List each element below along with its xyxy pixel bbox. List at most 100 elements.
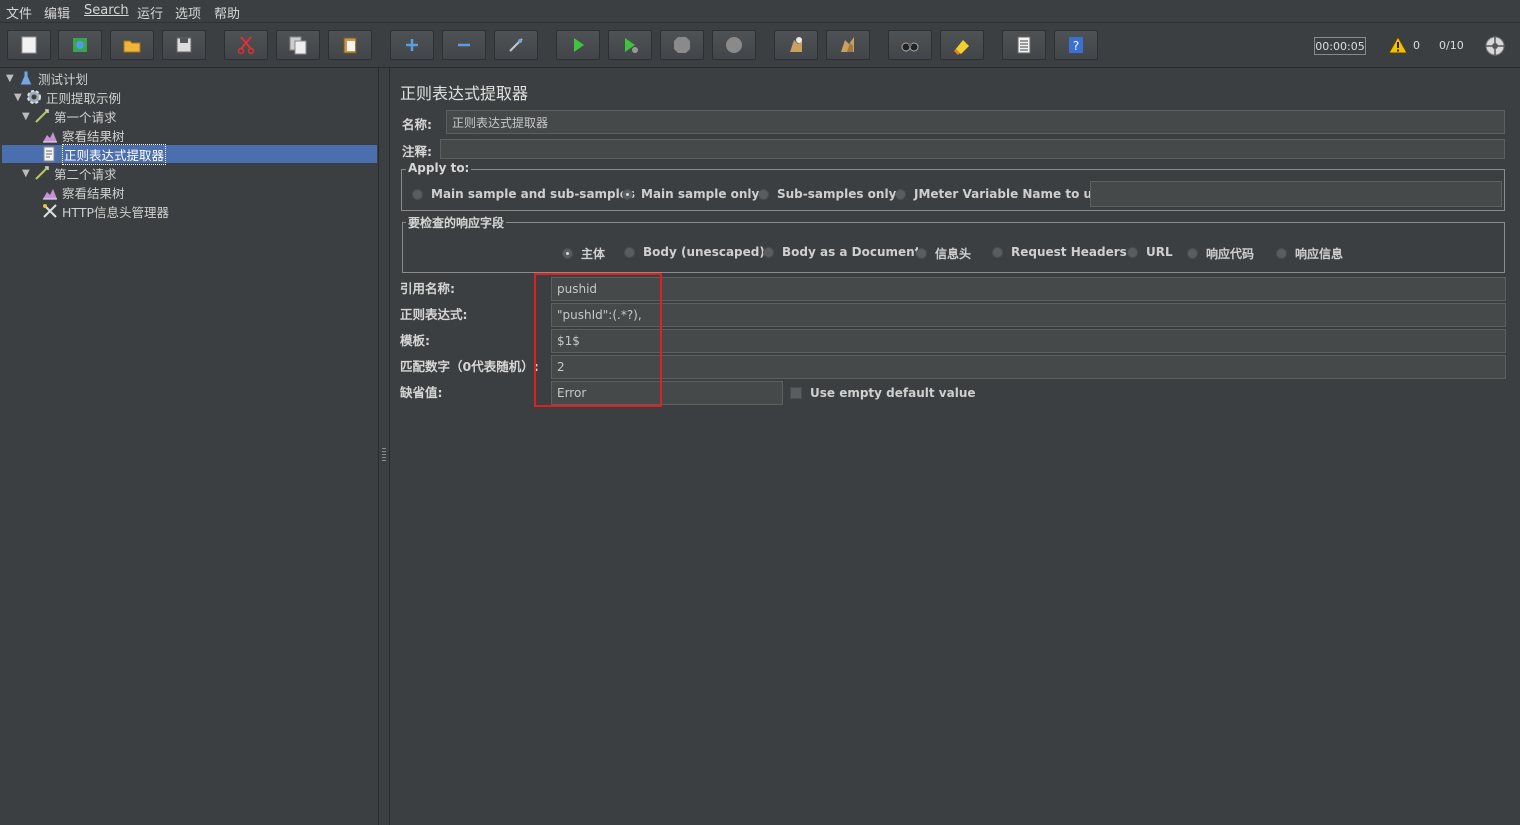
shutdown-button[interactable]: [712, 30, 756, 60]
radio-main-only[interactable]: Main sample only: [622, 187, 759, 201]
open-button[interactable]: [110, 30, 154, 60]
copy-icon: [289, 36, 307, 55]
regex-input[interactable]: "pushId":(.*?),: [551, 303, 1506, 327]
radio-headers[interactable]: 信息头: [916, 245, 971, 262]
radio-request-headers[interactable]: Request Headers: [992, 245, 1127, 259]
clear-all-icon: [841, 37, 854, 52]
tree-node-test-plan[interactable]: ▼ 测试计划: [6, 69, 88, 87]
tree-node-view-results-1[interactable]: 察看结果树: [42, 126, 125, 144]
start-no-pause-button[interactable]: [608, 30, 652, 60]
radio-body[interactable]: 主体: [562, 245, 605, 262]
checkbox-box[interactable]: [790, 387, 802, 399]
template-input[interactable]: $1$: [551, 329, 1506, 353]
expand-arrow-icon[interactable]: ▼: [6, 73, 18, 84]
save-icon: [176, 37, 192, 53]
radio-dot[interactable]: [624, 246, 635, 258]
radio-dot[interactable]: [1187, 248, 1198, 259]
open-icon: [123, 40, 141, 53]
menu-bar: 文件 编辑 Search 运行 选项 帮助: [0, 0, 1520, 23]
warning-icon[interactable]: [1388, 36, 1408, 54]
function-helper-icon: [1017, 36, 1031, 54]
cut-button[interactable]: [224, 30, 268, 60]
new-button[interactable]: [7, 30, 51, 60]
menu-options[interactable]: 选项: [175, 3, 201, 22]
radio-jmeter-variable[interactable]: JMeter Variable Name to use: [895, 187, 1107, 201]
radio-dot[interactable]: [992, 246, 1003, 258]
tree-node-header-manager[interactable]: HTTP信息头管理器: [42, 202, 169, 220]
tree-node-thread-group[interactable]: ▼ 正则提取示例: [14, 88, 121, 106]
tree-node-regex-extractor[interactable]: 正则表达式提取器: [42, 143, 167, 165]
menu-help[interactable]: 帮助: [214, 3, 240, 22]
clear-button[interactable]: [774, 30, 818, 60]
comment-input[interactable]: [440, 139, 1505, 159]
menu-file[interactable]: 文件: [6, 3, 32, 22]
test-plan-icon: [18, 70, 34, 86]
help-button[interactable]: ?: [1054, 30, 1098, 60]
radio-dot[interactable]: [916, 248, 927, 259]
thread-group-icon: [26, 89, 42, 105]
expand-icon: [406, 39, 418, 51]
start-no-pause-icon: [625, 38, 638, 53]
split-pane-divider[interactable]: [379, 68, 390, 825]
radio-body-unescaped[interactable]: Body (unescaped): [624, 245, 765, 259]
page-title: 正则表达式提取器: [400, 84, 529, 103]
paste-icon: [343, 37, 357, 54]
radio-dot[interactable]: [1127, 246, 1138, 258]
radio-dot[interactable]: [763, 246, 774, 258]
toggle-icon: [509, 38, 523, 52]
radio-body-as-document[interactable]: Body as a Document: [763, 245, 920, 259]
radio-sub-only[interactable]: Sub-samples only: [758, 187, 896, 201]
function-helper-button[interactable]: [1002, 30, 1046, 60]
collapse-all-button[interactable]: [442, 30, 486, 60]
match-number-input[interactable]: 2: [551, 355, 1506, 379]
field-to-check-legend: 要检查的响应字段: [406, 214, 507, 231]
warning-count: 0: [1413, 39, 1420, 52]
default-value-input[interactable]: Error: [551, 381, 783, 405]
reference-name-input[interactable]: pushid: [551, 277, 1506, 301]
splitter-grip-icon[interactable]: [382, 448, 386, 462]
tree-node-second-request[interactable]: ▼ 第二个请求: [22, 164, 117, 182]
tree-node-view-results-2[interactable]: 察看结果树: [42, 183, 125, 201]
name-label: 名称:: [402, 117, 432, 132]
radio-dot[interactable]: [895, 188, 906, 200]
menu-run[interactable]: 运行: [137, 3, 163, 22]
reset-search-button[interactable]: [940, 30, 984, 60]
radio-url[interactable]: URL: [1127, 245, 1173, 259]
jmeter-variable-input[interactable]: [1090, 181, 1502, 207]
copy-button[interactable]: [276, 30, 320, 60]
expand-all-button[interactable]: [390, 30, 434, 60]
paste-button[interactable]: [328, 30, 372, 60]
menu-search[interactable]: Search: [84, 3, 129, 18]
match-number-label: 匹配数字（0代表随机）:: [400, 359, 539, 374]
save-button[interactable]: [162, 30, 206, 60]
stop-button[interactable]: [660, 30, 704, 60]
radio-dot[interactable]: [1276, 248, 1287, 259]
remote-status-icon[interactable]: [1484, 35, 1506, 57]
toggle-button[interactable]: [494, 30, 538, 60]
clear-all-button[interactable]: [826, 30, 870, 60]
radio-response-code[interactable]: 响应代码: [1187, 245, 1254, 262]
use-empty-default-checkbox[interactable]: Use empty default value: [790, 386, 976, 400]
tree-node-first-request[interactable]: ▼ 第一个请求: [22, 107, 117, 125]
expand-arrow-icon[interactable]: ▼: [22, 111, 34, 122]
radio-dot[interactable]: [758, 188, 769, 200]
shutdown-icon: [726, 37, 742, 53]
radio-dot[interactable]: [412, 188, 423, 200]
radio-main-and-sub[interactable]: Main sample and sub-samples: [412, 187, 635, 201]
templates-icon: [73, 38, 87, 52]
templates-button[interactable]: [58, 30, 102, 60]
name-input[interactable]: 正则表达式提取器: [446, 110, 1505, 134]
expand-arrow-icon[interactable]: ▼: [14, 92, 26, 103]
expand-arrow-icon[interactable]: ▼: [22, 168, 34, 179]
menu-edit[interactable]: 编辑: [44, 3, 70, 22]
radio-dot-selected[interactable]: [622, 188, 633, 200]
test-plan-tree: ▼ 测试计划 ▼ 正则提取示例 ▼ 第一个请求 察看结果树 正则表达式提取器 ▼…: [0, 68, 379, 825]
help-icon: ?: [1069, 37, 1083, 53]
extractor-icon: [42, 146, 58, 162]
start-button[interactable]: [556, 30, 600, 60]
radio-dot-selected[interactable]: [562, 248, 573, 259]
comment-label: 注释:: [402, 144, 432, 159]
default-value-label: 缺省值:: [400, 385, 443, 400]
radio-response-message[interactable]: 响应信息: [1276, 245, 1343, 262]
search-button[interactable]: [888, 30, 932, 60]
